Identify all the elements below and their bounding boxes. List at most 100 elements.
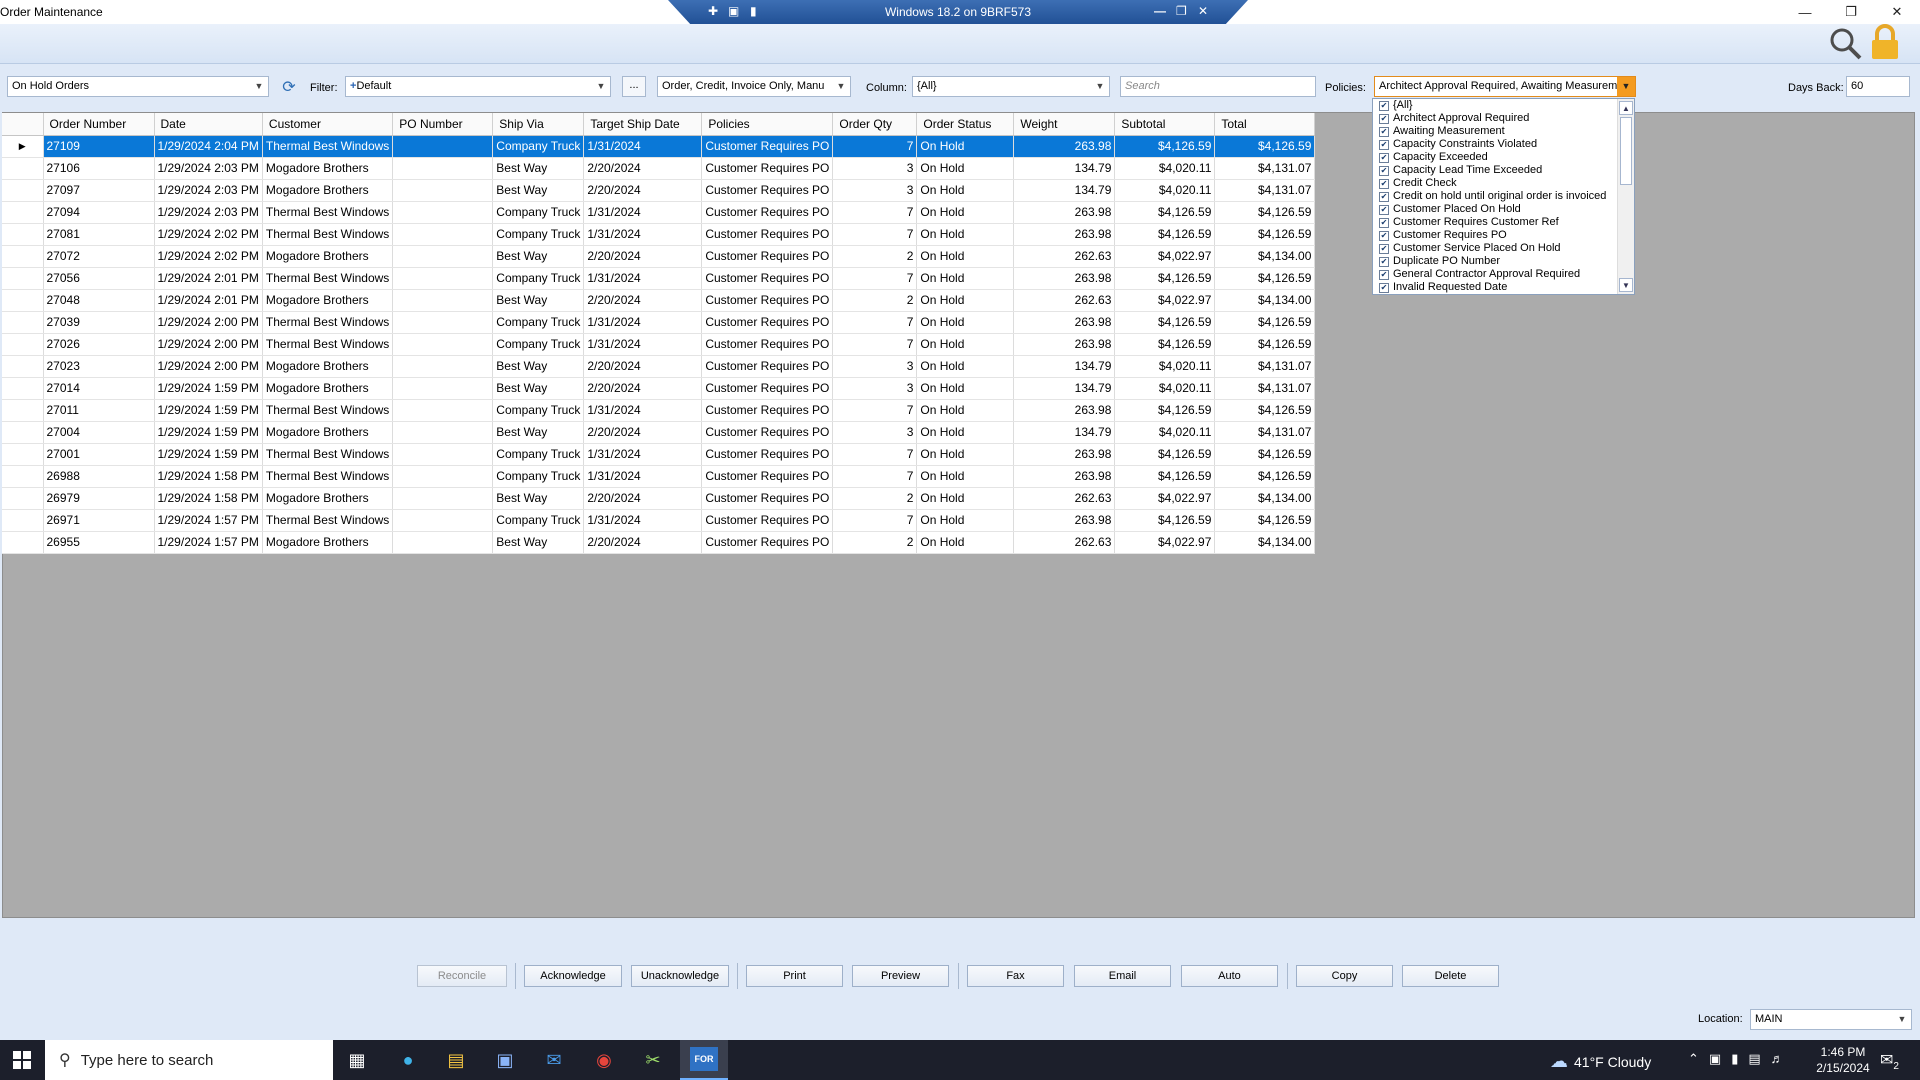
column-header[interactable]: Policies [701, 113, 834, 136]
battery-icon[interactable]: ▮ [1731, 1051, 1738, 1067]
policy-option[interactable]: ✔ Credit on hold until original order is … [1373, 190, 1634, 203]
chrome-icon[interactable]: ◉ [590, 1046, 618, 1074]
store-icon[interactable]: ▣ [491, 1046, 519, 1074]
table-row[interactable]: 27001 1/29/2024 1:59 PM Thermal Best Windo… [2, 443, 1316, 466]
row-indicator[interactable] [2, 355, 44, 378]
file-explorer-icon[interactable]: ▤ [442, 1046, 470, 1074]
checkbox-checked-icon[interactable]: ✔ [1379, 256, 1389, 267]
volume-icon[interactable]: ♬ [1771, 1051, 1784, 1067]
windows-start-icon[interactable] [0, 1040, 44, 1080]
row-indicator[interactable] [2, 289, 44, 312]
rd-close-icon[interactable]: ✕ [1198, 4, 1208, 18]
reconcile-button[interactable]: Reconcile [417, 965, 507, 987]
policy-option[interactable]: ✔ Customer Requires PO [1373, 229, 1634, 242]
table-row[interactable]: ▶ 27109 1/29/2024 2:04 PM Thermal Best Wind… [2, 135, 1316, 158]
scroll-up-icon[interactable]: ▲ [1619, 101, 1633, 115]
fax-button[interactable]: Fax [967, 965, 1064, 987]
table-row[interactable]: 27039 1/29/2024 2:00 PM Thermal Best Windo… [2, 311, 1316, 334]
copy-button[interactable]: Copy [1296, 965, 1393, 987]
taskbar-clock[interactable]: 1:46 PM 2/15/2024 [1808, 1044, 1878, 1076]
policy-option[interactable]: ✔ Capacity Lead Time Exceeded [1373, 164, 1634, 177]
weather-widget[interactable]: ☁ 41°F Cloudy [1550, 1051, 1651, 1072]
lock-icon[interactable] [1870, 24, 1900, 60]
row-indicator[interactable] [2, 201, 44, 224]
table-row[interactable]: 26979 1/29/2024 1:58 PM Mogadore Brothers B… [2, 487, 1316, 510]
checkbox-checked-icon[interactable]: ✔ [1379, 217, 1389, 228]
chevron-up-icon[interactable]: ⌃ [1688, 1051, 1699, 1067]
column-header[interactable]: Customer [262, 113, 394, 136]
days-back-input[interactable]: 60 [1846, 76, 1910, 97]
row-indicator[interactable] [2, 311, 44, 334]
minimize-icon[interactable]: — [1782, 0, 1828, 24]
row-indicator[interactable] [2, 377, 44, 400]
filter-options-button[interactable]: ... [622, 76, 646, 97]
row-indicator[interactable] [2, 267, 44, 290]
task-view-icon[interactable]: ▦ [343, 1046, 371, 1074]
table-row[interactable]: 27081 1/29/2024 2:02 PM Thermal Best Windo… [2, 223, 1316, 246]
view-select[interactable]: On Hold Orders ▼ [7, 76, 269, 97]
active-app-icon[interactable]: FOR [680, 1040, 728, 1080]
row-indicator[interactable] [2, 443, 44, 466]
row-indicator[interactable] [2, 421, 44, 444]
table-row[interactable]: 27023 1/29/2024 2:00 PM Mogadore Brothers B… [2, 355, 1316, 378]
column-header[interactable]: Order Status [916, 113, 1015, 136]
delete-button[interactable]: Delete [1402, 965, 1499, 987]
row-indicator[interactable] [2, 333, 44, 356]
policy-option[interactable]: ✔ Customer Placed On Hold [1373, 203, 1634, 216]
column-header[interactable]: Ship Via [492, 113, 585, 136]
auto-button[interactable]: Auto [1181, 965, 1278, 987]
checkbox-checked-icon[interactable]: ✔ [1379, 152, 1389, 163]
table-row[interactable]: 27106 1/29/2024 2:03 PM Mogadore Brothers B… [2, 157, 1316, 180]
row-indicator[interactable] [2, 465, 44, 488]
checkbox-checked-icon[interactable]: ✔ [1379, 113, 1389, 124]
column-select[interactable]: {All} ▼ [912, 76, 1110, 97]
table-row[interactable]: 27097 1/29/2024 2:03 PM Mogadore Brothers B… [2, 179, 1316, 202]
checkbox-checked-icon[interactable]: ✔ [1379, 178, 1389, 189]
checkbox-checked-icon[interactable]: ✔ [1379, 100, 1389, 111]
checkbox-checked-icon[interactable]: ✔ [1379, 230, 1389, 241]
policy-option[interactable]: ✔ Architect Approval Required [1373, 112, 1634, 125]
policy-option[interactable]: ✔ Duplicate PO Number [1373, 255, 1634, 268]
row-indicator[interactable] [2, 157, 44, 180]
table-row[interactable]: 27048 1/29/2024 2:01 PM Mogadore Brothers B… [2, 289, 1316, 312]
mail-icon[interactable]: ✉ [540, 1046, 568, 1074]
policy-option[interactable]: ✔ Invalid Requested Date [1373, 281, 1634, 294]
policies-dropdown-list[interactable]: ✔ {All} ✔ Architect Approval Required ✔ Await… [1372, 98, 1635, 295]
chevron-down-icon[interactable]: ▼ [832, 77, 850, 96]
policy-option[interactable]: ✔ {All} [1373, 99, 1634, 112]
network-icon[interactable]: ▤ [1748, 1051, 1760, 1067]
row-indicator[interactable] [2, 399, 44, 422]
chevron-down-icon[interactable]: ▼ [592, 77, 610, 96]
table-row[interactable]: 27072 1/29/2024 2:02 PM Mogadore Brothers B… [2, 245, 1316, 268]
taskbar-search-input[interactable]: ⚲ Type here to search [45, 1040, 333, 1080]
table-row[interactable]: 26988 1/29/2024 1:58 PM Thermal Best Windo… [2, 465, 1316, 488]
checkbox-checked-icon[interactable]: ✔ [1379, 282, 1389, 293]
restore-icon[interactable]: ❐ [1828, 0, 1874, 24]
table-row[interactable]: 27056 1/29/2024 2:01 PM Thermal Best Windo… [2, 267, 1316, 290]
row-indicator[interactable] [2, 509, 44, 532]
column-header[interactable]: PO Number [392, 113, 494, 136]
column-header[interactable]: Subtotal [1114, 113, 1216, 136]
checkbox-checked-icon[interactable]: ✔ [1379, 126, 1389, 137]
policy-option[interactable]: ✔ Capacity Exceeded [1373, 151, 1634, 164]
rd-restore-icon[interactable]: ❐ [1176, 4, 1187, 18]
refresh-icon[interactable]: ⟳ [278, 76, 300, 98]
checkbox-checked-icon[interactable]: ✔ [1379, 165, 1389, 176]
checkbox-checked-icon[interactable]: ✔ [1379, 191, 1389, 202]
column-header[interactable]: Weight [1013, 113, 1116, 136]
search-icon[interactable] [1828, 26, 1862, 60]
table-row[interactable]: 27026 1/29/2024 2:00 PM Thermal Best Windo… [2, 333, 1316, 356]
location-select[interactable]: MAIN ▼ [1750, 1009, 1912, 1030]
row-indicator[interactable] [2, 531, 44, 554]
checkbox-checked-icon[interactable]: ✔ [1379, 269, 1389, 280]
policy-option[interactable]: ✔ Capacity Constraints Violated [1373, 138, 1634, 151]
chevron-down-icon[interactable]: ▼ [1617, 77, 1635, 96]
policy-option[interactable]: ✔ Credit Check [1373, 177, 1634, 190]
search-input[interactable]: Search [1120, 76, 1316, 97]
row-indicator[interactable] [2, 487, 44, 510]
print-button[interactable]: Print [746, 965, 843, 987]
scroll-thumb[interactable] [1620, 117, 1632, 185]
table-row[interactable]: 27014 1/29/2024 1:59 PM Mogadore Brothers B… [2, 377, 1316, 400]
table-row[interactable]: 27094 1/29/2024 2:03 PM Thermal Best Windo… [2, 201, 1316, 224]
row-indicator[interactable] [2, 223, 44, 246]
